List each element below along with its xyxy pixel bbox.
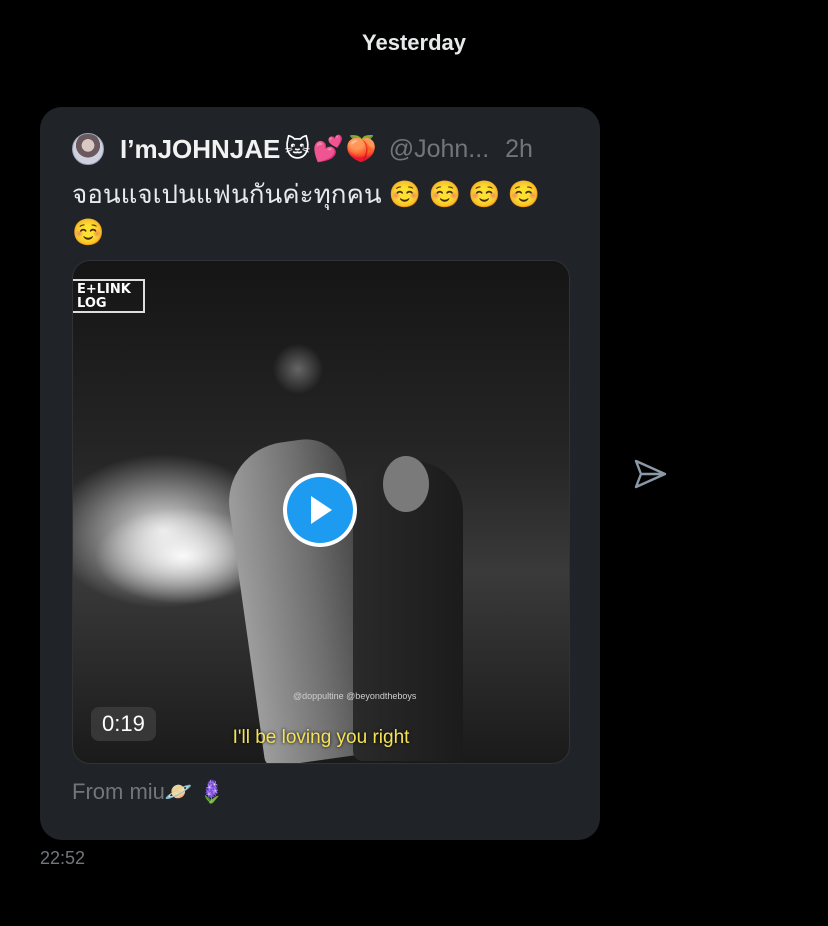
- tweet-time: 2h: [505, 134, 533, 163]
- tweet-text: จอนแจเปนแฟนกันค่ะทุกคน ☺️ ☺️ ☺️ ☺️ ☺️: [72, 179, 541, 247]
- handle: @John...: [388, 134, 490, 163]
- video-logo: E+LINK LOG: [73, 279, 145, 313]
- play-icon: [287, 477, 353, 543]
- date-separator: Yesterday: [362, 30, 466, 55]
- tweet-header: I’mJOHNJAE 🐱💕🍑 @John... 2h: [72, 129, 533, 169]
- video-duration-badge: 0:19: [91, 707, 156, 741]
- play-button[interactable]: [283, 473, 357, 547]
- send-icon[interactable]: [632, 456, 668, 492]
- display-name: I’mJOHNJAE: [120, 133, 281, 164]
- message-timestamp: 22:52: [40, 848, 86, 868]
- video-frame-figure: [383, 456, 429, 512]
- avatar[interactable]: [72, 133, 104, 165]
- shared-tweet-card[interactable]: I’mJOHNJAE 🐱💕🍑 @John... 2h จอนแจเปนแฟนกั…: [40, 107, 600, 840]
- name-emojis: 🐱💕🍑: [284, 135, 379, 163]
- video-player[interactable]: E+LINK LOG @doppultine @beyondtheboys I'…: [72, 260, 570, 764]
- message-text: From miu🪐 🪻: [72, 779, 226, 804]
- video-watermark: @doppultine @beyondtheboys: [293, 691, 417, 701]
